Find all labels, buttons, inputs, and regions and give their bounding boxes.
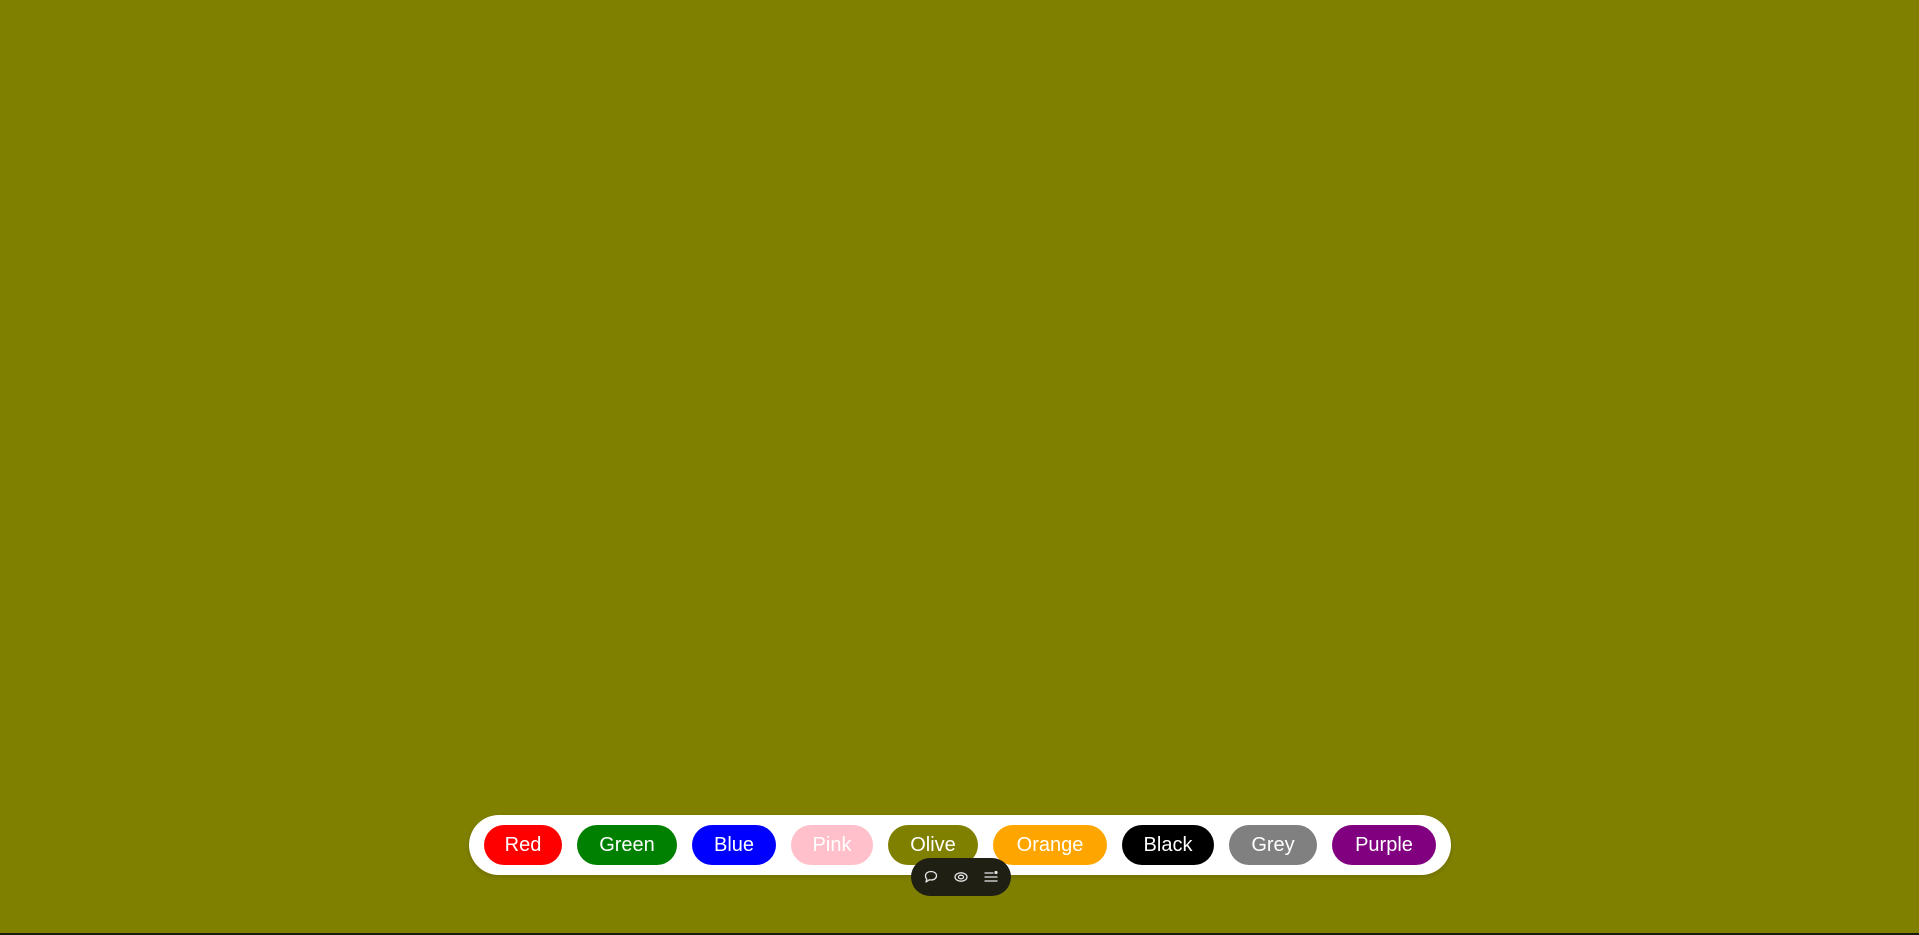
- purple-color-button[interactable]: Purple: [1332, 825, 1436, 865]
- red-color-button[interactable]: Red: [484, 825, 562, 865]
- view-icon: [954, 872, 968, 882]
- pink-color-button[interactable]: Pink: [791, 825, 873, 865]
- black-color-button[interactable]: Black: [1122, 825, 1214, 865]
- blue-color-button[interactable]: Blue: [692, 825, 776, 865]
- menu-icon: [984, 870, 998, 882]
- orange-color-button[interactable]: Orange: [993, 825, 1107, 865]
- green-color-button[interactable]: Green: [577, 825, 677, 865]
- comment-icon: [924, 870, 938, 883]
- floating-toolbar: [911, 858, 1011, 896]
- grey-color-button[interactable]: Grey: [1229, 825, 1317, 865]
- comment-button[interactable]: [921, 867, 941, 887]
- page-background: [0, 0, 1919, 933]
- menu-button[interactable]: [981, 867, 1001, 887]
- view-button[interactable]: [951, 867, 971, 887]
